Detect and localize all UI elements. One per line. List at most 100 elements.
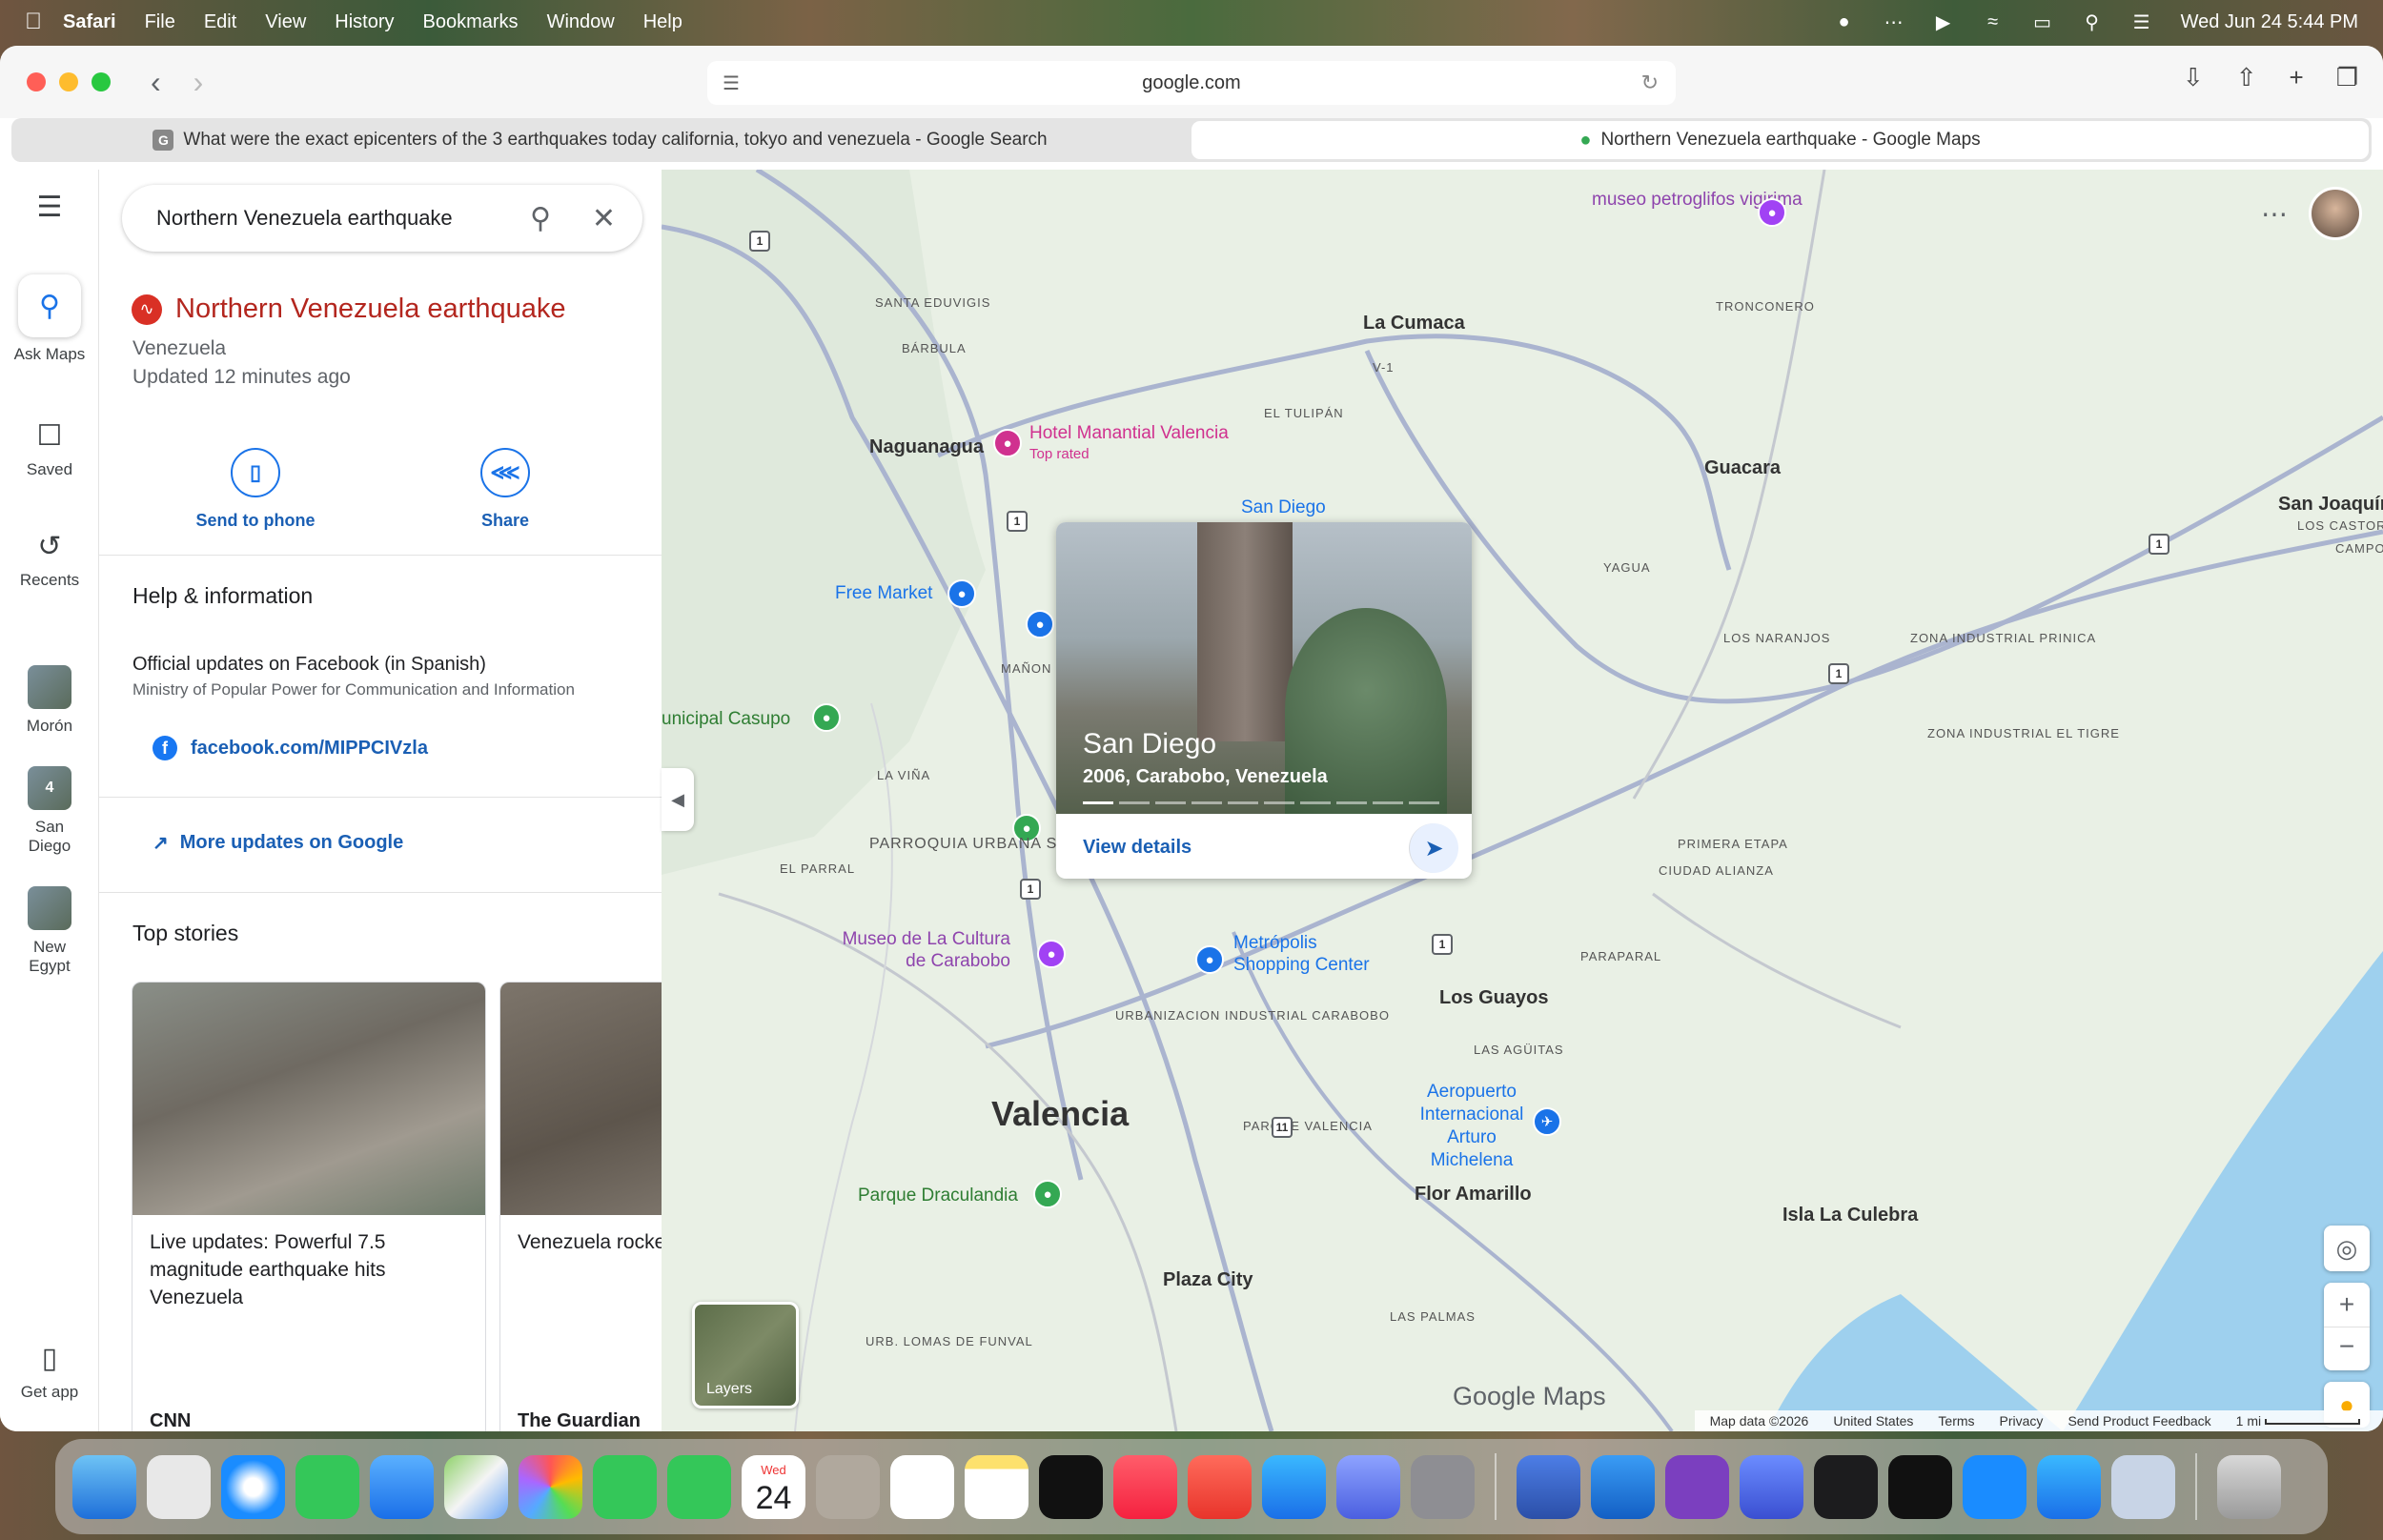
share-icon[interactable]: ⇧ [2236,63,2257,92]
menu-app-name[interactable]: Safari [63,11,116,33]
zoom-window-button[interactable] [92,72,111,91]
phone-app-icon[interactable] [667,1454,731,1519]
ask-maps-button[interactable]: ⚲ Ask Maps [0,274,99,364]
saved-button[interactable]: ☐ Saved [0,419,99,479]
shopping-pin-icon[interactable]: ● [1026,610,1054,638]
account-avatar[interactable] [2309,187,2362,240]
recents-button[interactable]: ↺ Recents [0,530,99,590]
xcode-icon[interactable] [1591,1454,1655,1519]
museum-pin-icon[interactable]: ● [1758,198,1786,227]
menu-view[interactable]: View [265,11,306,33]
play-circle-icon[interactable]: ▶ [1933,11,1954,33]
notes-icon[interactable] [965,1454,1029,1519]
music-icon[interactable] [1113,1454,1177,1519]
label-san-diego[interactable]: San Diego [1241,497,1326,518]
mail-icon[interactable] [370,1454,434,1519]
search-input[interactable]: Northern Venezuela earthquake [156,206,453,231]
photos-icon[interactable] [519,1454,582,1519]
poi-casupo[interactable]: unicipal Casupo [662,709,790,730]
tab-google-search[interactable]: G What were the exact epicenters of the … [11,118,1189,162]
rocket-app-icon[interactable] [1188,1454,1252,1519]
photo-carousel-dots[interactable] [1083,801,1439,804]
zoom-in-button[interactable]: + [2324,1283,2370,1327]
github-desktop-icon[interactable] [1665,1454,1729,1519]
feedback-link[interactable]: Send Product Feedback [2067,1413,2210,1429]
layers-button[interactable]: Layers [692,1302,799,1408]
recent-place-new-egypt[interactable]: New Egypt [0,886,99,976]
back-icon[interactable]: ‹ [151,65,161,100]
calendar-icon[interactable]: Wed 24 [742,1454,805,1519]
shopping-pin-icon[interactable]: ● [947,579,976,608]
address-bar[interactable]: ☰ google.com ↻ [707,61,1676,105]
place-photo[interactable]: San Diego 2006, Carabobo, Venezuela [1056,522,1472,814]
downloads-icon[interactable]: ⇩ [2183,63,2204,92]
my-location-icon[interactable]: ◎ [2324,1226,2370,1271]
close-window-button[interactable] [27,72,46,91]
directions-icon[interactable]: ➤ [1409,823,1458,873]
park-pin-icon[interactable]: ● [1033,1180,1062,1208]
tab-google-maps[interactable]: ● Northern Venezuela earthquake - Google… [1192,121,2369,159]
instruments-icon[interactable] [2037,1454,2101,1519]
poi-metropolis[interactable]: Metrópolis Shopping Center [1233,932,1395,976]
poi-aeropuerto[interactable]: Aeropuerto Internacional Arturo Michelen… [1405,1081,1538,1172]
menu-file[interactable]: File [145,11,175,33]
reload-icon[interactable]: ↻ [1641,71,1659,95]
menu-history[interactable]: History [335,11,394,33]
recent-place-san-diego[interactable]: 4 San Diego [0,766,99,856]
get-app-button[interactable]: ▯ Get app [0,1342,99,1402]
control-center-icon[interactable]: ☰ [2131,11,2152,33]
poi-free-market[interactable]: Free Market [835,583,932,604]
place-popup-card[interactable]: San Diego 2006, Carabobo, Venezuela View… [1056,522,1472,879]
forward-icon[interactable]: › [193,65,204,100]
wifi-icon[interactable]: ≈ [1983,11,2004,32]
story-card[interactable]: Live updates: Powerful 7.5 magnitude ear… [132,982,486,1431]
share-button[interactable]: ⋘ Share [438,448,572,531]
zoom-out-button[interactable]: − [2324,1327,2370,1370]
apple-tv-icon[interactable] [1039,1454,1103,1519]
poi-hotel-manantial[interactable]: Hotel Manantial Valencia [1029,423,1229,444]
menu-hamburger[interactable]: ☰ [0,191,99,232]
museum-pin-icon[interactable]: ● [1037,940,1066,968]
new-tab-icon[interactable]: + [2290,63,2304,92]
menu-window[interactable]: Window [547,11,615,33]
facebook-link[interactable]: f facebook.com/MIPPCIVzla [153,736,428,760]
shopping-pin-icon[interactable]: ● [1195,945,1224,974]
chat-app-icon[interactable] [1740,1454,1803,1519]
preview-icon[interactable] [2111,1454,2175,1519]
spotlight-search-icon[interactable]: ⚲ [2082,11,2103,33]
menu-edit[interactable]: Edit [204,11,236,33]
search-icon[interactable]: ⚲ [530,202,551,235]
story-card[interactable]: Venezuela rocke back-to-back ea The Guar… [499,982,662,1431]
hotel-pin-icon[interactable]: ● [993,429,1022,457]
airport-pin-icon[interactable]: ✈ [1533,1107,1561,1136]
simulator-icon[interactable] [1336,1454,1400,1519]
facetime-icon[interactable] [593,1454,657,1519]
collapse-panel-button[interactable]: ◀ [662,768,694,831]
reminders-icon[interactable] [890,1454,954,1519]
quicktime-icon[interactable] [1963,1454,2027,1519]
app-store-icon[interactable] [1262,1454,1326,1519]
view-details-link[interactable]: View details [1083,837,1192,859]
send-to-phone-button[interactable]: ▯ Send to phone [189,448,322,531]
minimize-window-button[interactable] [59,72,78,91]
disk-utility-icon[interactable] [1517,1454,1580,1519]
finder-icon[interactable] [72,1454,136,1519]
page-menu-icon[interactable]: ☰ [723,71,740,95]
poi-museo-cultura[interactable]: Museo de La Cultura de Carabobo [829,928,1010,972]
poi-parque-draculandia[interactable]: Parque Draculandia [858,1185,1018,1206]
launchpad-icon[interactable] [147,1454,211,1519]
close-icon[interactable]: ✕ [592,202,616,235]
recent-place-moron[interactable]: Morón [0,665,99,736]
system-settings-icon[interactable] [1411,1454,1475,1519]
apple-icon[interactable]:  [25,9,63,35]
google-apps-icon[interactable]: ⋯ [2261,198,2288,230]
search-box[interactable]: Northern Venezuela earthquake ⚲ ✕ [122,185,642,252]
contacts-icon[interactable] [816,1454,880,1519]
terms-link[interactable]: Terms [1938,1413,1974,1429]
scale-bar[interactable]: 1 mi [2236,1413,2360,1429]
status-app-icon[interactable]: ● [1834,11,1855,32]
menu-help[interactable]: Help [643,11,682,33]
country-link[interactable]: United States [1833,1413,1913,1429]
park-pin-icon[interactable]: ● [812,703,841,732]
grid-app-icon[interactable] [1814,1454,1878,1519]
